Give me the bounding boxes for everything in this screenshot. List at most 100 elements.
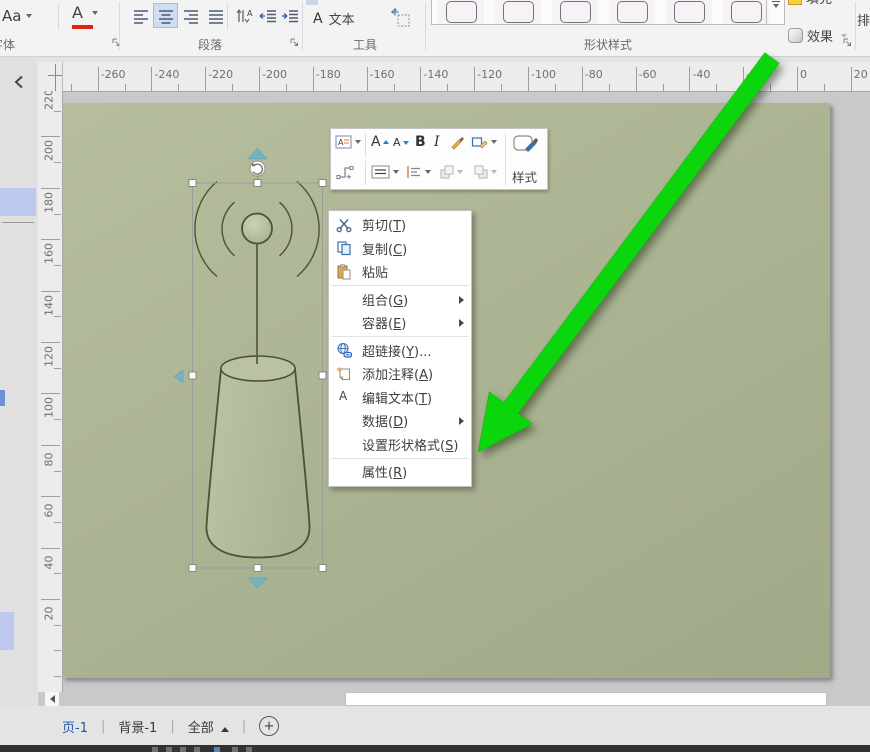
shape-style-option[interactable] — [495, 0, 541, 24]
comment-icon: * — [336, 366, 354, 382]
antenna-cone-body[interactable] — [206, 369, 309, 558]
shape-style-option[interactable] — [609, 0, 655, 24]
dialog-launcher-icon[interactable] — [842, 37, 853, 48]
line-options-button[interactable] — [371, 164, 399, 180]
page-tab-1[interactable]: 页-1 — [62, 717, 88, 736]
add-page-button[interactable]: + — [259, 716, 279, 736]
menu-item-hyperlink[interactable]: 超链接(Y)... — [329, 339, 471, 363]
shape-style-option[interactable] — [723, 0, 769, 24]
menu-item-label: 添加注释(A) — [362, 364, 433, 383]
autoconnect-arrow-left[interactable] — [174, 370, 183, 383]
decrease-indent-button[interactable] — [257, 3, 279, 28]
effects-icon — [788, 28, 803, 43]
panel-divider — [2, 222, 34, 223]
menu-item-label: 剪切(T) — [362, 215, 406, 234]
ruler-tick-label: -40 — [692, 68, 710, 81]
hyperlink-icon — [336, 342, 354, 358]
font-color-button[interactable]: A — [72, 6, 98, 20]
vertical-ruler[interactable]: 22020018016014012010080604020 — [38, 91, 63, 692]
chevron-down-icon — [26, 14, 32, 18]
menu-item-label: 组合(G) — [362, 290, 408, 309]
shape-style-option[interactable] — [666, 0, 712, 24]
format-painter-icon — [449, 134, 465, 150]
ruler-tick-label: 60 — [43, 497, 56, 525]
align-justify-icon — [207, 7, 225, 25]
rotation-handle[interactable] — [250, 161, 265, 176]
ruler-tick-label: -180 — [316, 68, 341, 81]
align-center-button[interactable] — [153, 3, 178, 28]
chevron-down-icon — [425, 170, 431, 174]
gallery-more-button[interactable] — [766, 0, 784, 24]
ruler-tick-label: 20 — [43, 600, 56, 628]
send-backward-button[interactable] — [473, 164, 497, 180]
page-tab-3[interactable]: 全部 — [188, 717, 229, 736]
ruler-tick-label: 0 — [800, 68, 807, 81]
menu-item-data[interactable]: 数据(D) — [329, 409, 471, 433]
fill-button[interactable]: 填充 — [788, 0, 832, 7]
tab-divider: | — [101, 719, 105, 734]
text-direction-button[interactable]: A — [232, 3, 257, 28]
style-button-label[interactable]: 样式 — [512, 167, 537, 186]
menu-item-paste[interactable]: 粘贴 — [329, 260, 471, 284]
horizontal-scrollbar[interactable] — [38, 692, 870, 706]
style-button[interactable] — [513, 133, 539, 155]
shape-style-option[interactable] — [438, 0, 484, 24]
autoconnect-arrow-up[interactable] — [248, 148, 267, 159]
dialog-launcher-icon[interactable] — [289, 37, 300, 48]
align-left-button[interactable] — [128, 3, 153, 28]
menu-item-container[interactable]: 容器(E) — [329, 311, 471, 335]
antenna-ball[interactable] — [242, 214, 272, 244]
shape-outline-button[interactable] — [471, 134, 497, 150]
change-case-button[interactable]: Aa — [2, 7, 32, 25]
scroll-left-button[interactable] — [45, 692, 59, 706]
arrange-group-clipped-label: 排 — [857, 10, 870, 29]
ruler-tick-label: -240 — [154, 68, 179, 81]
menu-item-properties[interactable]: 属性(R) — [329, 460, 471, 484]
align-justify-button[interactable] — [203, 3, 228, 28]
panel-selection-highlight[interactable] — [0, 612, 14, 650]
shape-style-gallery — [431, 0, 785, 25]
align-right-icon — [182, 7, 200, 25]
autoconnect-arrow-down[interactable] — [248, 578, 267, 588]
expand-panel-chevron-icon[interactable] — [13, 75, 25, 89]
bold-button[interactable]: B — [415, 134, 426, 150]
text-block-button[interactable]: A — [335, 134, 361, 150]
grow-font-button[interactable]: A — [371, 134, 389, 150]
chevron-down-icon — [457, 170, 463, 174]
increase-indent-button[interactable] — [279, 3, 301, 28]
align-options-button[interactable] — [405, 164, 431, 180]
menu-item-label: 粘贴 — [362, 262, 388, 281]
ruler-tick-label: 180 — [43, 188, 56, 216]
page-tab-bar: 页-1|背景-1|全部|+ — [0, 706, 870, 745]
tab-divider: | — [170, 719, 174, 734]
ribbon: Aa A 字体 — [0, 0, 870, 57]
scrollbar-thumb[interactable] — [345, 692, 827, 706]
dialog-launcher-icon[interactable] — [111, 37, 122, 48]
menu-item-add-comment[interactable]: * 添加注释(A) — [329, 362, 471, 386]
text-tool-button[interactable]: A 文本 — [313, 9, 355, 28]
align-shapes-icon — [405, 164, 423, 180]
menu-item-copy[interactable]: 复制(C) — [329, 237, 471, 261]
menu-item-cut[interactable]: 剪切(T) — [329, 213, 471, 237]
shape-style-option[interactable] — [552, 0, 598, 24]
menu-item-group[interactable]: 组合(G) — [329, 288, 471, 312]
text-tool-label: 文本 — [329, 9, 355, 28]
page-tab-2[interactable]: 背景-1 — [118, 717, 157, 736]
ruler-tick-label: 120 — [43, 343, 56, 371]
format-painter-button[interactable] — [449, 134, 465, 150]
align-right-button[interactable] — [178, 3, 203, 28]
horizontal-ruler[interactable]: -260-240-220-200-180-160-140-120-100-80-… — [38, 62, 870, 92]
panel-selection-highlight[interactable] — [0, 188, 36, 216]
svg-text:*: * — [337, 366, 343, 377]
shrink-font-button[interactable]: A — [393, 136, 409, 149]
bring-forward-button[interactable] — [439, 164, 463, 180]
pointer-transform-icon[interactable] — [391, 8, 411, 28]
effects-button[interactable]: 效果 — [788, 26, 847, 45]
menu-item-edit-text[interactable]: A编辑文本(T) — [329, 386, 471, 410]
connector-button[interactable]: + — [336, 164, 354, 180]
clipped-ribbon-item — [306, 0, 318, 5]
italic-button[interactable]: I — [434, 134, 440, 150]
menu-item-format-shape[interactable]: 设置形状格式(S) — [329, 433, 471, 457]
svg-text:+: + — [346, 173, 352, 180]
antenna-cone-top[interactable] — [221, 356, 295, 381]
